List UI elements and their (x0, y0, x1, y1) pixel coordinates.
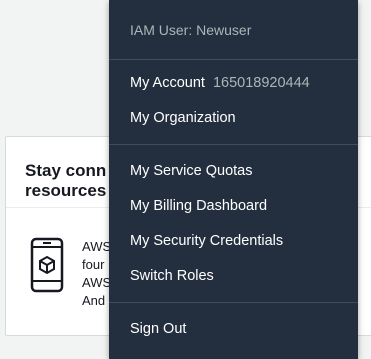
iam-user-label: IAM User: Newuser (130, 22, 252, 38)
account-id: 165018920444 (212, 75, 310, 91)
menu-divider (109, 59, 358, 60)
menu-item-security-credentials[interactable]: My Security Credentials (130, 232, 283, 250)
sign-out-button[interactable]: Sign Out (130, 320, 186, 338)
menu-item-billing-dashboard[interactable]: My Billing Dashboard (130, 197, 267, 215)
menu-item-my-account[interactable]: My Account 165018920444 (130, 74, 310, 92)
menu-item-service-quotas[interactable]: My Service Quotas (130, 162, 253, 180)
account-dropdown-menu: IAM User: Newuser My Account 165018920444… (109, 0, 358, 359)
menu-divider (109, 302, 358, 303)
menu-divider (109, 144, 358, 145)
promo-card-body: AWS four AWS And (82, 239, 112, 308)
menu-item-my-organization[interactable]: My Organization (130, 109, 236, 127)
my-account-label: My Account (130, 75, 205, 91)
menu-item-switch-roles[interactable]: Switch Roles (130, 267, 214, 285)
mobile-device-icon (30, 237, 64, 293)
promo-card-title: Stay conn resources (25, 161, 107, 200)
